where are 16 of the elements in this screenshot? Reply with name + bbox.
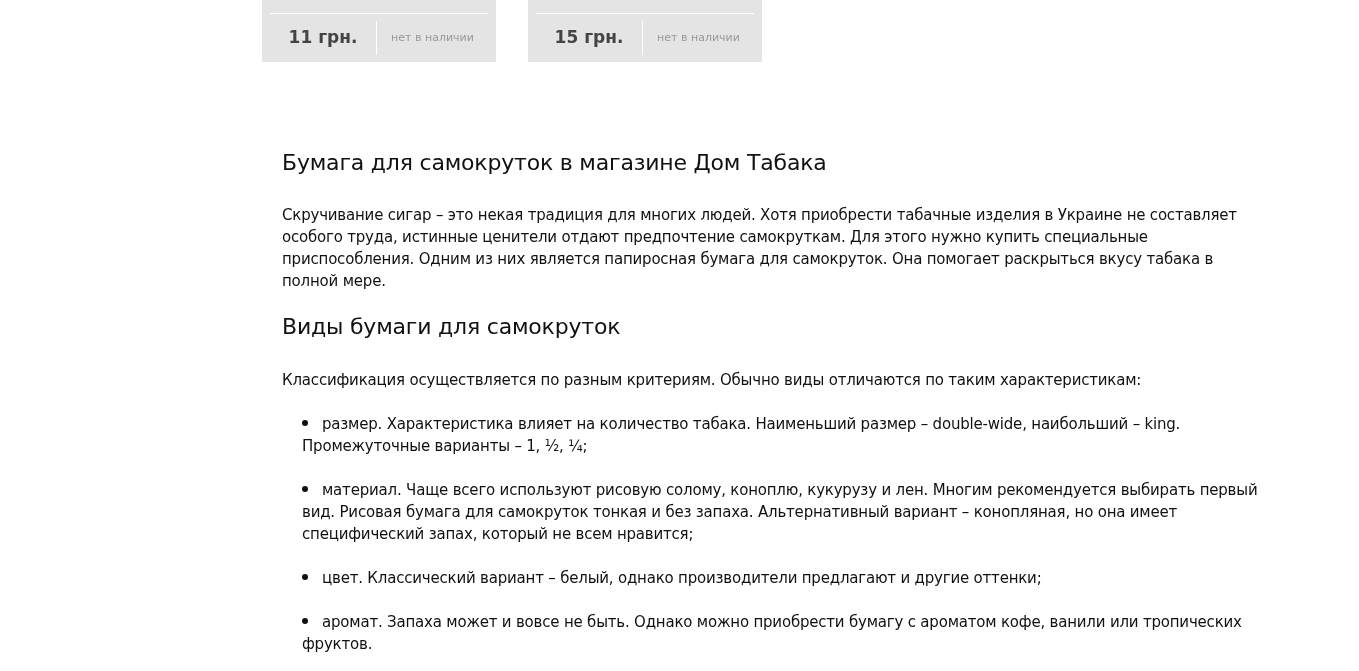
section-heading: Бумага для самокруток в магазине Дом Табака [282, 150, 828, 177]
bullet-icon [302, 420, 308, 427]
price: 11 грн. [287, 26, 359, 50]
availability-status: нет в наличии [656, 29, 741, 46]
paragraph: Классификация осуществляется по разным критериям. Обычно виды отличаются по таким характеристикам: [282, 369, 1143, 391]
list-item: аромат. Запаха может и вовсе не быть. Однако можно приобрести бумагу с ароматом кофе, ванили или тропических фруктов. [302, 611, 1243, 655]
bullet-icon [302, 618, 308, 625]
list-item: размер. Характеристика влияет на количество табака. Наименьший размер – double-wide, наибольший – king. Промежуточные варианты – 1, ½, ¼; [302, 413, 1182, 457]
bullet-icon [302, 574, 308, 581]
bullet-icon [302, 486, 308, 493]
list-item: цвет. Классический вариант – белый, однако производители предлагают и другие оттенки; [302, 566, 1267, 589]
section-heading: Виды бумаги для самокруток [282, 314, 622, 341]
paragraph: Скручивание сигар – это некая традиция для многих людей. Хотя приобрести табачные изделия в Украине не составляет особого труда, истинные ценители отдают предпочтение самокруткам. Для этого нужно купить специальные приспособления. Одним из них является папиросная бумага для самокруток. Она помогает раскрыться вкусу табака в полной мере. [282, 205, 1238, 293]
price: 15 грн. [553, 26, 625, 50]
list-item: материал. Чаще всего используют рисовую солому, коноплю, кукурузу и лен. Многим рекомендуется выбирать первый вид. Рисовая бумага для самокруток тонкая и без запаха. Альтернативный вариант – конопляная, но она имеет специфический запах, который не всем нравится; [302, 479, 1259, 545]
availability-status: нет в наличии [390, 29, 475, 46]
